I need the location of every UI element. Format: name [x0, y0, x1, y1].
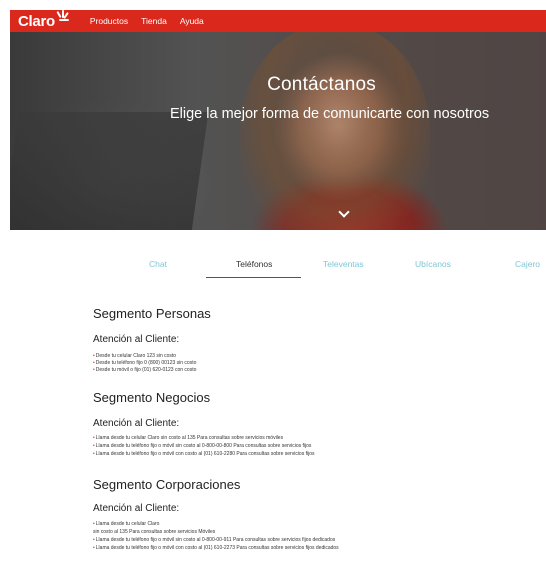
hero-banner: Contáctanos Elige la mejor forma de comu…	[10, 32, 546, 230]
section-title-corporaciones: Segmento Corporaciones	[93, 477, 241, 492]
hero-background-laptop	[10, 112, 209, 230]
tab-ubicanos[interactable]: Ubícanos	[415, 259, 451, 269]
list-item: •Llama desde tu teléfono fijo o móvil si…	[93, 537, 336, 543]
list-item: •Desde tu móvil o fijo (01) 620-0123 con…	[93, 367, 197, 373]
section-title-negocios: Segmento Negocios	[93, 390, 211, 405]
tab-telefonos[interactable]: Teléfonos	[236, 259, 272, 269]
hero-title: Contáctanos	[267, 74, 376, 95]
active-tab-underline	[206, 277, 301, 278]
tab-televentas[interactable]: Televentas	[323, 259, 364, 269]
list-item: •Llama desde tu teléfono fijo o móvil co…	[93, 451, 315, 457]
logo-rays-icon	[56, 9, 70, 22]
contact-tabs: Chat Teléfonos Televentas Ubícanos Cajer…	[10, 253, 546, 279]
list-item: •Llama desde tu teléfono fijo o móvil co…	[93, 545, 339, 551]
list-item: •Desde tu celular Claro 123 sin costo	[93, 353, 177, 359]
section-subtitle-personas: Atención al Cliente:	[93, 334, 180, 345]
hero-background-person	[240, 32, 430, 230]
nav-item-productos[interactable]: Productos	[90, 16, 128, 26]
claro-logo[interactable]: Claro	[18, 9, 70, 30]
list-item: •Desde tu teléfono fijo 0 (800) 00123 si…	[93, 360, 197, 366]
hero-subtitle: Elige la mejor forma de comunicarte con …	[170, 106, 490, 122]
list-item: •Llama desde tu celular Claro sin costo …	[93, 435, 284, 441]
tab-chat[interactable]: Chat	[149, 259, 167, 269]
nav-item-tienda[interactable]: Tienda	[141, 16, 167, 26]
list-item: sin costo al 135 Para consultas sobre se…	[93, 529, 216, 535]
list-item: •Llama desde tu teléfono fijo o móvil si…	[93, 443, 312, 449]
nav-item-ayuda[interactable]: Ayuda	[180, 16, 204, 26]
tab-cajero[interactable]: Cajero	[515, 259, 540, 269]
list-item: •Llama desde tu celular Claro	[93, 521, 160, 527]
section-title-personas: Segmento Personas	[93, 306, 211, 321]
top-navbar: Claro Productos Tienda Ayuda	[10, 9, 546, 32]
logo-text: Claro	[18, 12, 55, 30]
section-subtitle-corporaciones: Atención al Cliente:	[93, 503, 180, 514]
section-subtitle-negocios: Atención al Cliente:	[93, 418, 180, 429]
